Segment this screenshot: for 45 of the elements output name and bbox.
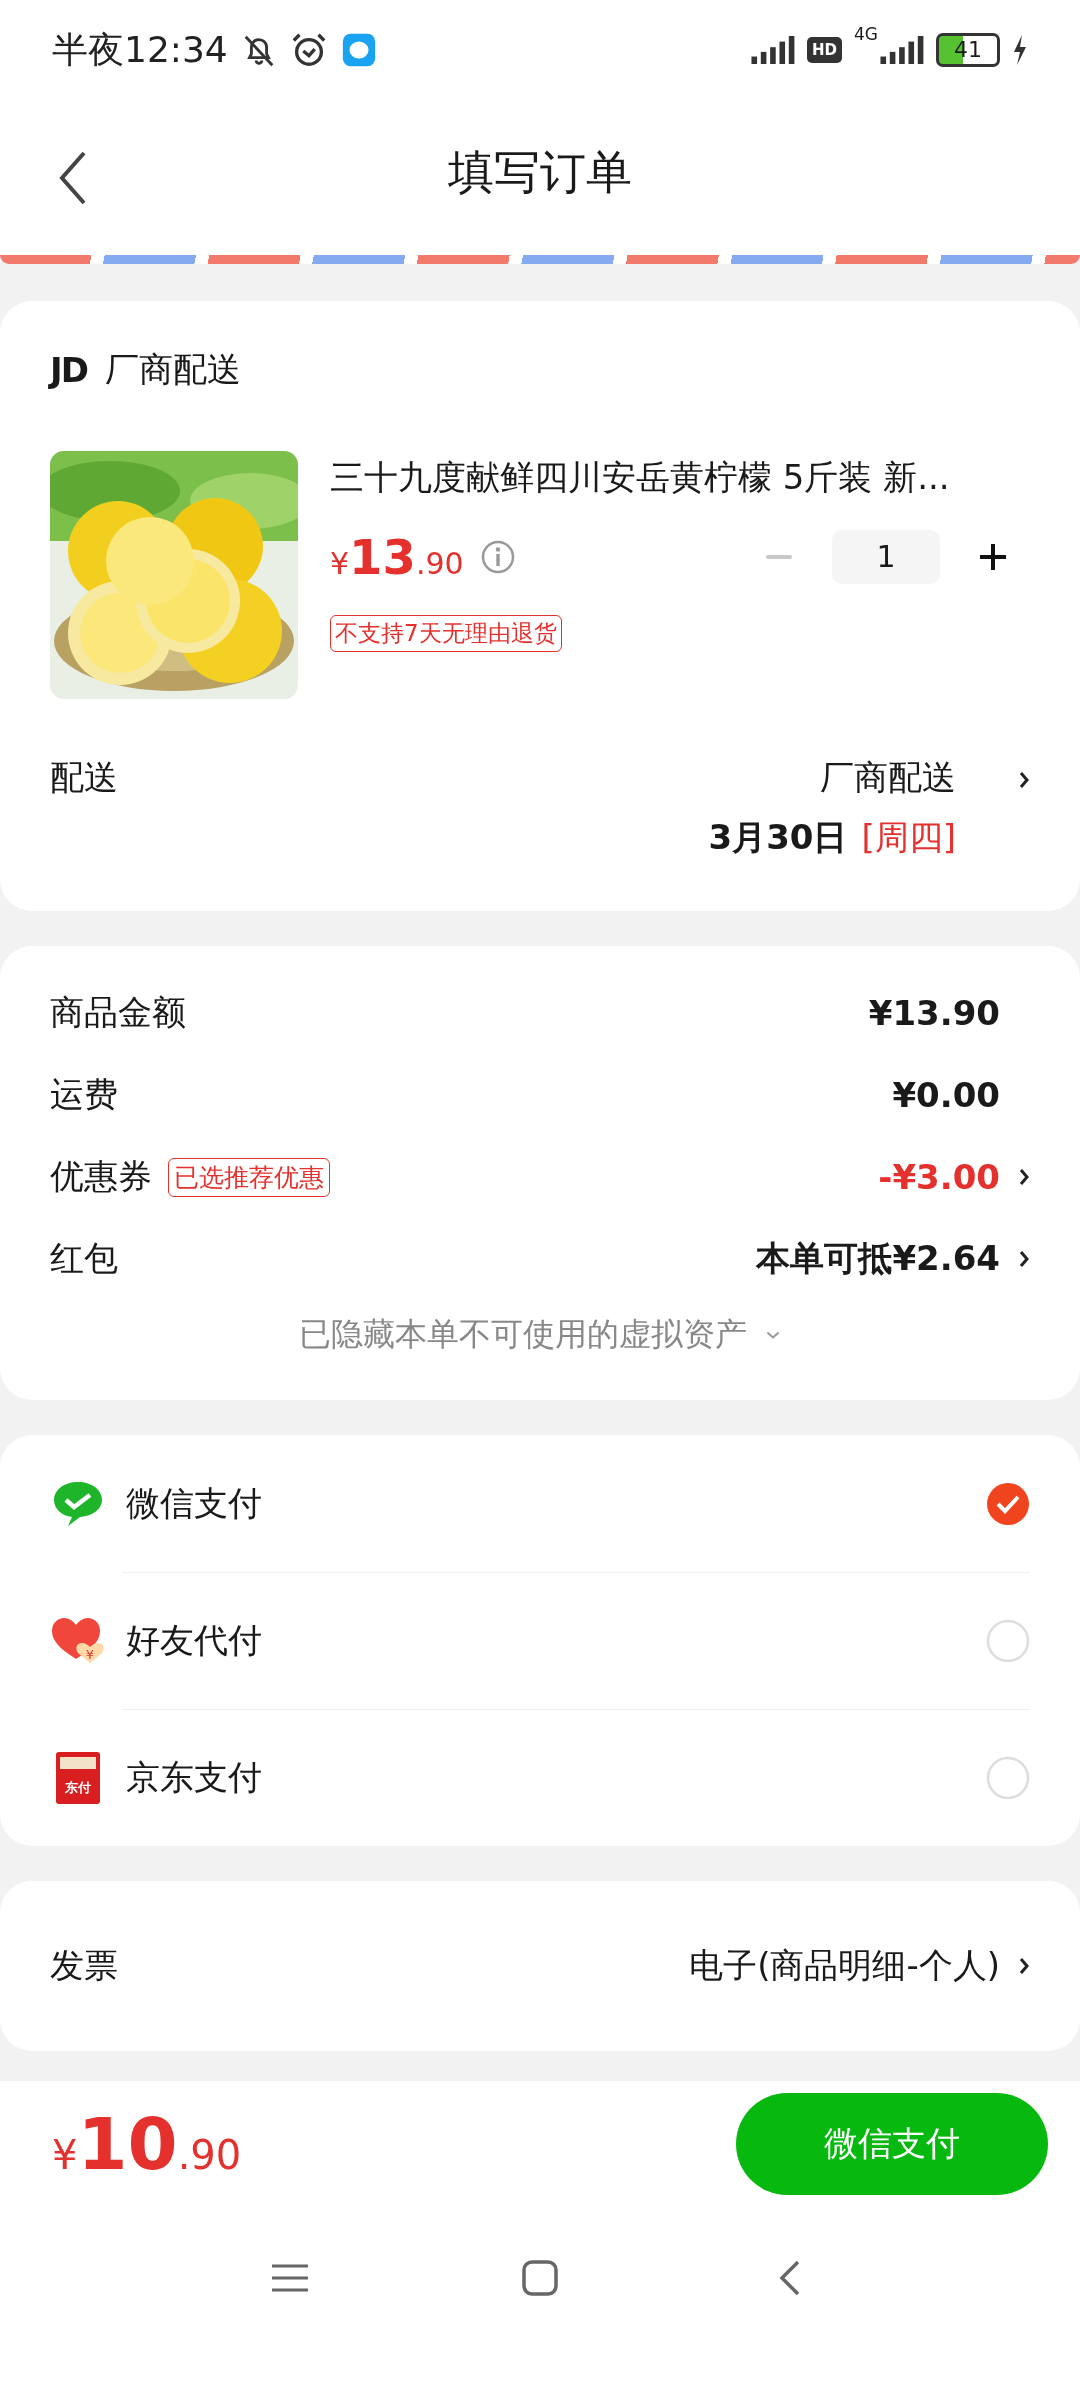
summary-value: ¥0.00 bbox=[892, 1075, 1000, 1115]
payment-method-name[interactable]: 微信支付 bbox=[126, 1480, 262, 1527]
seller-name: 厂商配送 bbox=[104, 348, 241, 391]
invoice-value[interactable]: 电子(商品明细-个人) bbox=[689, 1943, 1000, 1989]
radio-button[interactable] bbox=[986, 1618, 1030, 1663]
return-policy-tag: 不支持7天无理由退货 bbox=[330, 615, 562, 652]
summary-value[interactable]: 本单可抵¥2.64 bbox=[756, 1236, 1000, 1282]
chevron-down-icon[interactable] bbox=[765, 1330, 781, 1340]
total-price: ¥10.90 bbox=[52, 2101, 242, 2186]
chevron-right-icon[interactable] bbox=[1018, 1248, 1030, 1270]
seller-logo: JD bbox=[50, 350, 87, 390]
info-icon[interactable] bbox=[479, 539, 516, 575]
summary-value[interactable]: -¥3.00 bbox=[878, 1157, 1000, 1197]
summary-label: 商品金额 bbox=[50, 991, 186, 1034]
summary-value: ¥13.90 bbox=[868, 993, 1000, 1033]
back-icon[interactable] bbox=[58, 150, 88, 206]
invoice-label: 发票 bbox=[50, 1944, 118, 1987]
summary-label: 红包 bbox=[50, 1237, 118, 1280]
status-time: 半夜12:34 bbox=[52, 27, 228, 72]
summary-label: 运费 bbox=[50, 1073, 118, 1116]
hd-badge: HD bbox=[807, 37, 842, 63]
charging-icon bbox=[1012, 35, 1028, 65]
page-title: 填写订单 bbox=[448, 143, 632, 201]
chevron-right-icon[interactable] bbox=[1018, 769, 1030, 791]
payment-method-name[interactable]: 京东支付 bbox=[126, 1754, 262, 1801]
delivery-method[interactable]: 厂商配送 bbox=[820, 755, 956, 801]
increase-icon[interactable] bbox=[978, 542, 1008, 572]
payment-method-name[interactable]: 好友代付 bbox=[126, 1617, 262, 1664]
quantity-field[interactable]: 1 bbox=[832, 530, 940, 584]
hidden-assets-note[interactable]: 已隐藏本单不可使用的虚拟资产 bbox=[299, 1313, 747, 1357]
delivery-weekday: [周四] bbox=[861, 816, 956, 859]
delivery-label: 配送 bbox=[50, 756, 118, 799]
chevron-right-icon[interactable] bbox=[1018, 1955, 1030, 1977]
coupon-tag: 已选推荐优惠 bbox=[168, 1157, 330, 1197]
delivery-date: 3月30日 bbox=[708, 816, 848, 859]
product-price: ¥13.90 bbox=[330, 529, 464, 585]
product-title[interactable]: 三十九度献鲜四川安岳黄柠檬 5斤装 新... bbox=[330, 455, 1030, 501]
network-label: 4G bbox=[854, 24, 878, 44]
home-icon[interactable] bbox=[520, 2258, 560, 2298]
signal-icon bbox=[749, 36, 795, 64]
radio-button[interactable] bbox=[986, 1755, 1030, 1800]
radio-button[interactable] bbox=[986, 1481, 1030, 1526]
summary-label: 优惠券 bbox=[50, 1155, 152, 1198]
chevron-right-icon[interactable] bbox=[1018, 1166, 1030, 1188]
signal-icon bbox=[878, 36, 924, 64]
